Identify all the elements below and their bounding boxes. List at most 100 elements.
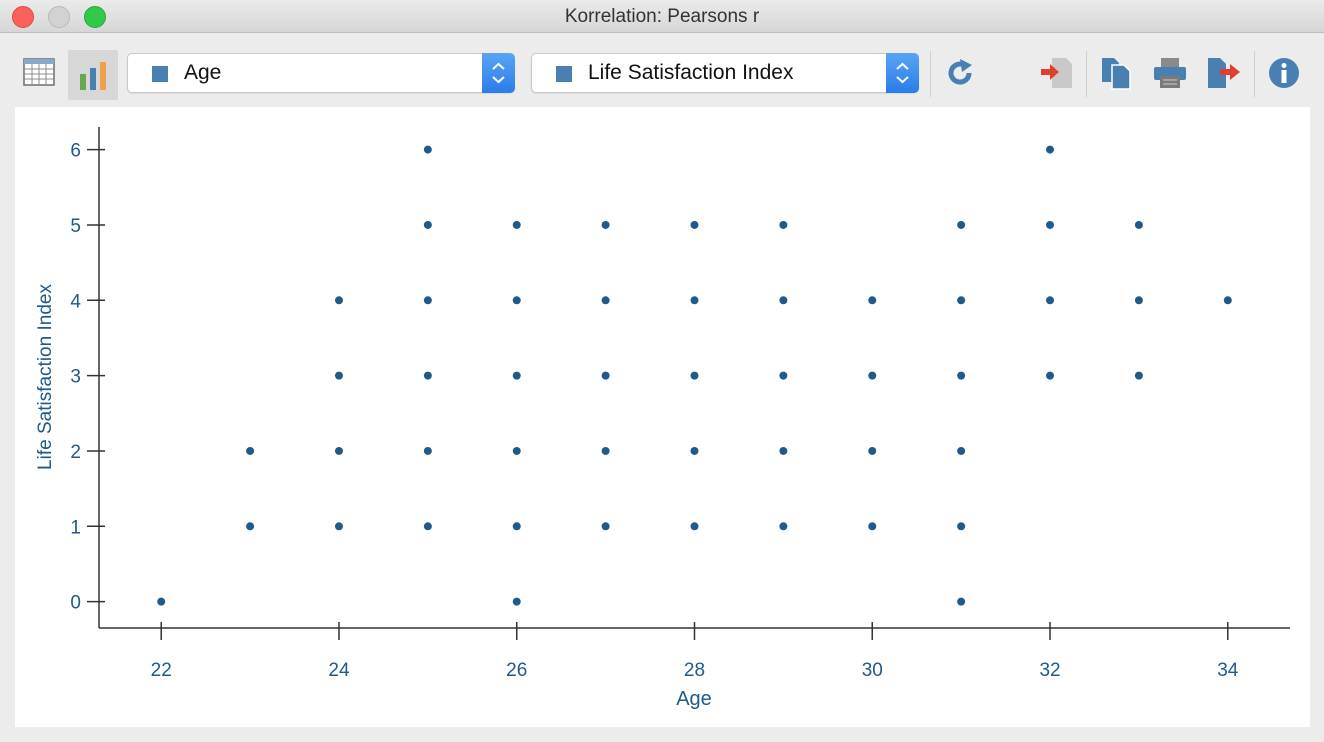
data-point xyxy=(690,296,699,305)
x-tick-label: 32 xyxy=(1039,660,1060,681)
y-tick-label: 4 xyxy=(70,291,81,312)
data-point xyxy=(690,220,699,229)
data-point xyxy=(334,522,343,531)
print-icon xyxy=(1154,58,1186,88)
data-point xyxy=(423,145,432,154)
copy-button[interactable] xyxy=(1096,53,1136,93)
data-point xyxy=(601,446,610,455)
y-variable-label: Life Satisfaction Index xyxy=(588,61,794,84)
y-tick-label: 3 xyxy=(70,367,81,388)
data-point xyxy=(1134,371,1143,380)
data-point xyxy=(601,522,610,531)
data-point xyxy=(1046,371,1055,380)
info-icon xyxy=(1269,58,1299,88)
data-point xyxy=(512,522,521,531)
y-tick-label: 1 xyxy=(70,517,81,538)
table-view-button[interactable] xyxy=(18,51,60,93)
data-point xyxy=(779,371,788,380)
data-point xyxy=(957,371,966,380)
data-point xyxy=(334,446,343,455)
scatter-chart: 0123456 22 24 26 28 30 32 34 Age Life Satisfac… xyxy=(35,127,1290,710)
import-button[interactable] xyxy=(1036,53,1076,93)
data-point xyxy=(512,371,521,380)
data-point xyxy=(690,446,699,455)
data-point xyxy=(1046,220,1055,229)
data-point xyxy=(957,522,966,531)
y-variable-select[interactable]: Life Satisfaction Index xyxy=(531,53,919,93)
y-tick-label: 5 xyxy=(70,216,81,237)
data-point xyxy=(334,371,343,380)
copy-icon xyxy=(1102,58,1131,90)
info-button[interactable] xyxy=(1264,53,1304,93)
select-stepper-icon[interactable] xyxy=(482,53,515,93)
data-point xyxy=(512,220,521,229)
x-tick-label: 22 xyxy=(151,660,172,681)
data-point xyxy=(512,597,521,606)
data-point xyxy=(601,220,610,229)
variable-color-square xyxy=(152,66,168,82)
data-point xyxy=(957,597,966,606)
data-point xyxy=(690,522,699,531)
data-point xyxy=(423,220,432,229)
toolbar: Age Life Satisfaction Index xyxy=(0,33,1324,105)
export-button[interactable] xyxy=(1204,53,1244,93)
data-point xyxy=(423,522,432,531)
data-point xyxy=(868,296,877,305)
toolbar-separator xyxy=(1086,51,1087,97)
data-point xyxy=(601,371,610,380)
data-point xyxy=(1134,296,1143,305)
data-point xyxy=(868,446,877,455)
window: Korrelation: Pearsons r Age Life Satisfa… xyxy=(0,0,1324,742)
table-view-icon xyxy=(23,58,55,86)
data-point xyxy=(246,446,255,455)
data-point xyxy=(957,446,966,455)
data-point xyxy=(779,220,788,229)
x-tick-label: 30 xyxy=(862,660,883,681)
data-point xyxy=(1046,145,1055,154)
y-axis-label: Life Satisfaction Index xyxy=(35,284,56,470)
x-tick-label: 34 xyxy=(1217,660,1239,681)
data-point xyxy=(512,446,521,455)
data-point xyxy=(868,522,877,531)
x-axis-label: Age xyxy=(676,688,712,710)
select-stepper-icon[interactable] xyxy=(886,53,919,93)
data-point xyxy=(423,446,432,455)
data-point xyxy=(1134,220,1143,229)
y-tick-label: 6 xyxy=(70,141,81,162)
export-icon xyxy=(1208,58,1240,88)
refresh-button[interactable] xyxy=(940,53,980,93)
x-tick-label: 26 xyxy=(506,660,527,681)
data-point xyxy=(246,522,255,531)
data-point xyxy=(1223,296,1232,305)
toolbar-separator xyxy=(930,51,931,97)
print-button[interactable] xyxy=(1150,53,1190,93)
import-icon xyxy=(1041,58,1072,88)
data-point xyxy=(957,220,966,229)
data-point xyxy=(779,296,788,305)
data-point xyxy=(779,446,788,455)
y-tick-label: 2 xyxy=(70,442,81,463)
chart-view-button[interactable] xyxy=(68,50,118,100)
data-point xyxy=(157,597,166,606)
data-point xyxy=(690,371,699,380)
refresh-icon xyxy=(948,59,972,85)
title-bar: Korrelation: Pearsons r xyxy=(0,0,1324,33)
data-point xyxy=(779,522,788,531)
x-tick-label: 24 xyxy=(328,660,350,681)
data-point xyxy=(601,296,610,305)
data-point xyxy=(423,296,432,305)
data-point xyxy=(512,296,521,305)
data-point xyxy=(1046,296,1055,305)
data-point xyxy=(868,371,877,380)
x-variable-label: Age xyxy=(184,61,222,84)
chart-view-icon xyxy=(80,62,106,90)
data-point xyxy=(334,296,343,305)
x-variable-select[interactable]: Age xyxy=(127,53,515,93)
toolbar-separator xyxy=(1254,51,1255,97)
data-point xyxy=(423,371,432,380)
window-title: Korrelation: Pearsons r xyxy=(564,6,760,27)
x-tick-label: 28 xyxy=(684,660,705,681)
data-point xyxy=(957,296,966,305)
chart-panel: 0123456 22 24 26 28 30 32 34 Age Life Satisfac… xyxy=(15,107,1310,727)
y-tick-label: 0 xyxy=(70,593,81,614)
